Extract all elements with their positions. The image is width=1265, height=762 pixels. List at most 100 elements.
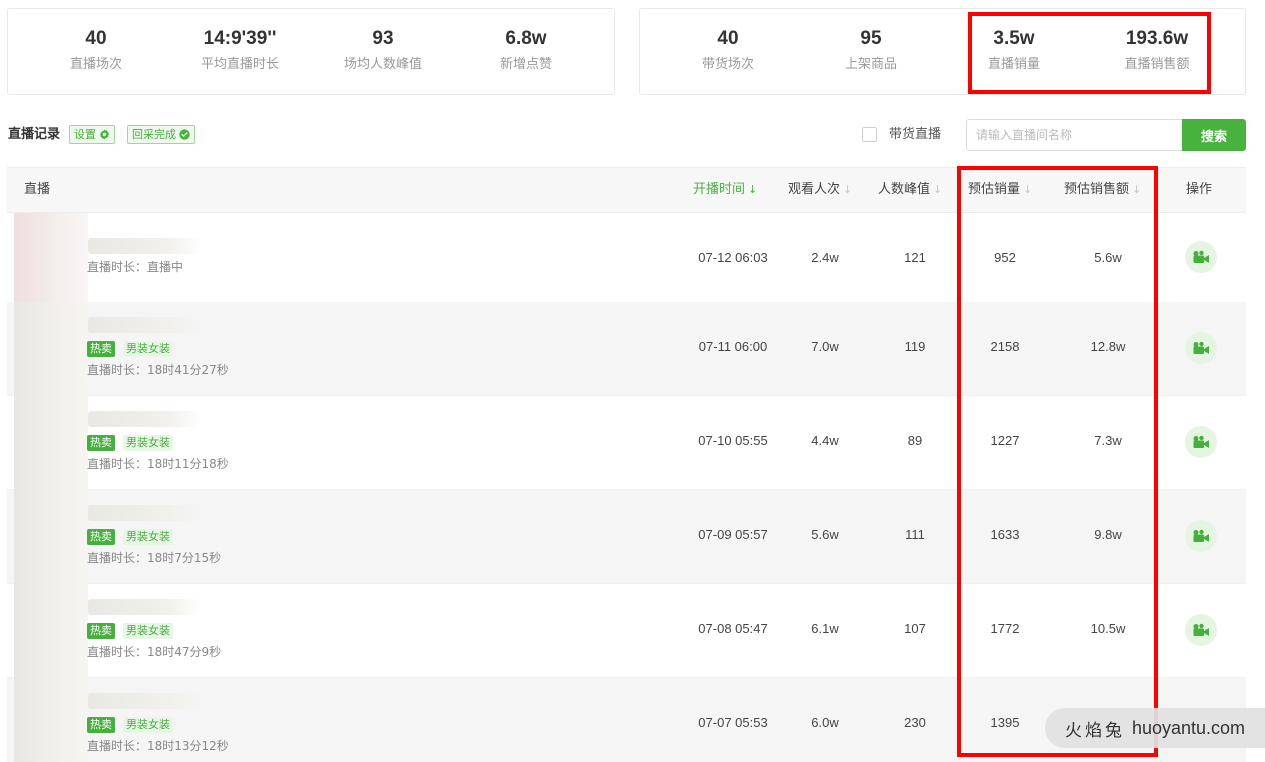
stat-live-count: 40 直播场次	[21, 27, 171, 73]
table-row[interactable]: 热卖 男装女装 直播时长：18时11分18秒 07-10 05:55 4.4w …	[7, 396, 1246, 490]
summary-card-sales: 40 带货场次 95 上架商品 3.5w 直播销量 193.6w 直播销售额	[639, 8, 1246, 95]
stat-listed-products: 95 上架商品	[796, 27, 946, 73]
stat-label: 直播销量	[987, 57, 1040, 72]
stat-label: 直播场次	[69, 57, 122, 72]
column-header-start-time[interactable]: 开播时间 ↓	[693, 168, 757, 212]
cell-est-sales: 952	[994, 250, 1016, 265]
watch-replay-button[interactable]	[1185, 426, 1217, 458]
stat-new-likes: 6.8w 新增点赞	[451, 27, 601, 73]
watch-replay-button[interactable]	[1185, 520, 1217, 552]
category-badge: 男装女装	[123, 435, 173, 451]
stat-label: 带货场次	[701, 57, 754, 72]
column-header-label: 人数峰值	[878, 182, 931, 197]
live-title-blurred[interactable]	[88, 317, 202, 333]
selling-live-checkbox[interactable]	[862, 127, 877, 142]
live-cover-thumbnail[interactable]	[14, 213, 88, 307]
live-duration: 直播时长：18时13分12秒	[87, 739, 229, 753]
search-input[interactable]	[966, 119, 1183, 151]
live-title-blurred[interactable]	[88, 411, 202, 427]
cell-est-sales: 2158	[990, 339, 1020, 354]
video-camera-icon	[1193, 341, 1209, 354]
live-duration: 直播时长：18时7分15秒	[87, 551, 222, 565]
hot-badge: 热卖	[87, 435, 115, 451]
cell-peak: 119	[904, 339, 926, 354]
hot-badge: 热卖	[87, 529, 115, 545]
live-cover-thumbnail[interactable]	[14, 302, 88, 396]
cell-views: 5.6w	[811, 527, 839, 542]
stat-value: 14:9'39''	[203, 28, 277, 49]
table-row[interactable]: 直播时长：直播中 07-12 06:03 2.4w 121 952 5.6w	[7, 213, 1246, 307]
cell-start-time: 07-07 05:53	[698, 715, 768, 730]
status-tag-label: 回采完成	[132, 128, 176, 141]
cell-start-time: 07-09 05:57	[698, 527, 768, 542]
sort-arrow-icon: ↓	[748, 183, 758, 196]
live-cover-thumbnail[interactable]	[14, 584, 88, 678]
live-cover-thumbnail[interactable]	[14, 678, 88, 762]
stat-value: 6.8w	[505, 28, 547, 49]
stat-value: 40	[717, 28, 739, 49]
table-header: 直播 开播时间 ↓ 观看人次 ↓ 人数峰值 ↓ 预估销量 ↓ 预估销售额 ↓ 操作	[7, 167, 1246, 213]
stat-label: 平均直播时长	[200, 57, 279, 72]
video-camera-icon	[1193, 623, 1209, 636]
summary-card-live: 40 直播场次 14:9'39'' 平均直播时长 93 场均人数峰值 6.8w …	[7, 8, 615, 95]
cell-est-revenue: 7.3w	[1094, 433, 1122, 448]
live-title-blurred[interactable]	[88, 238, 202, 254]
stat-value: 3.5w	[993, 28, 1035, 49]
stat-label: 上架商品	[844, 57, 897, 72]
watermark: 火焰兔 huoyantu.com	[1045, 708, 1265, 748]
live-cover-thumbnail[interactable]	[14, 490, 88, 584]
cell-est-sales: 1633	[990, 527, 1020, 542]
column-header-peak[interactable]: 人数峰值 ↓	[878, 168, 942, 212]
live-duration: 直播时长：18时11分18秒	[87, 457, 229, 471]
live-title-blurred[interactable]	[88, 693, 202, 709]
sort-arrow-icon: ↓	[1132, 183, 1142, 196]
search-button[interactable]: 搜索	[1182, 119, 1246, 151]
column-header-actions: 操作	[1186, 182, 1213, 197]
cell-est-revenue: 5.6w	[1094, 250, 1122, 265]
live-title-blurred[interactable]	[88, 505, 202, 521]
hot-badge: 热卖	[87, 623, 115, 639]
status-tag: 回采完成	[127, 125, 195, 144]
stat-live-sales: 3.5w 直播销量	[939, 27, 1089, 73]
live-duration: 直播时长：直播中	[87, 260, 184, 274]
column-header-live: 直播	[24, 182, 51, 197]
settings-tag-label: 设置	[74, 128, 96, 141]
cell-views: 7.0w	[811, 339, 839, 354]
stat-label: 直播销售额	[1124, 57, 1190, 72]
table-row[interactable]: 热卖 男装女装 直播时长：18时7分15秒 07-09 05:57 5.6w 1…	[7, 490, 1246, 584]
stat-value: 93	[372, 28, 394, 49]
table-row[interactable]: 热卖 男装女装 直播时长：18时47分9秒 07-08 05:47 6.1w 1…	[7, 584, 1246, 678]
watermark-brand: 火焰兔	[1064, 720, 1125, 741]
column-header-est-sales[interactable]: 预估销量 ↓	[968, 168, 1032, 212]
table-row[interactable]: 热卖 男装女装 直播时长：18时41分27秒 07-11 06:00 7.0w …	[7, 302, 1246, 396]
settings-tag[interactable]: 设置	[69, 125, 115, 144]
live-cover-thumbnail[interactable]	[14, 396, 88, 490]
cell-start-time: 07-12 06:03	[698, 250, 768, 265]
cell-views: 2.4w	[811, 250, 839, 265]
live-title-blurred[interactable]	[88, 599, 202, 615]
cell-start-time: 07-08 05:47	[698, 621, 768, 636]
watch-replay-button[interactable]	[1185, 614, 1217, 646]
cell-est-sales: 1772	[990, 621, 1020, 636]
category-badge: 男装女装	[123, 341, 173, 357]
stat-value: 95	[860, 28, 882, 49]
column-header-label: 开播时间	[693, 182, 746, 197]
category-badge: 男装女装	[123, 529, 173, 545]
watch-replay-button[interactable]	[1185, 241, 1217, 273]
stat-live-revenue: 193.6w 直播销售额	[1082, 27, 1232, 73]
stat-label: 新增点赞	[499, 57, 552, 72]
cell-est-sales: 1395	[990, 715, 1020, 730]
cell-peak: 230	[904, 715, 926, 730]
column-header-est-revenue[interactable]: 预估销售额 ↓	[1064, 168, 1141, 212]
watch-replay-button[interactable]	[1185, 332, 1217, 364]
stat-label: 场均人数峰值	[343, 57, 422, 72]
stat-selling-sessions: 40 带货场次	[653, 27, 803, 73]
cell-peak: 89	[907, 433, 923, 448]
column-header-label: 观看人次	[788, 182, 841, 197]
video-camera-icon	[1193, 529, 1209, 542]
stat-value: 193.6w	[1125, 28, 1189, 49]
cell-views: 4.4w	[811, 433, 839, 448]
column-header-label: 预估销售额	[1064, 182, 1130, 197]
selling-live-checkbox-label[interactable]: 带货直播	[889, 126, 941, 143]
column-header-views[interactable]: 观看人次 ↓	[788, 168, 852, 212]
